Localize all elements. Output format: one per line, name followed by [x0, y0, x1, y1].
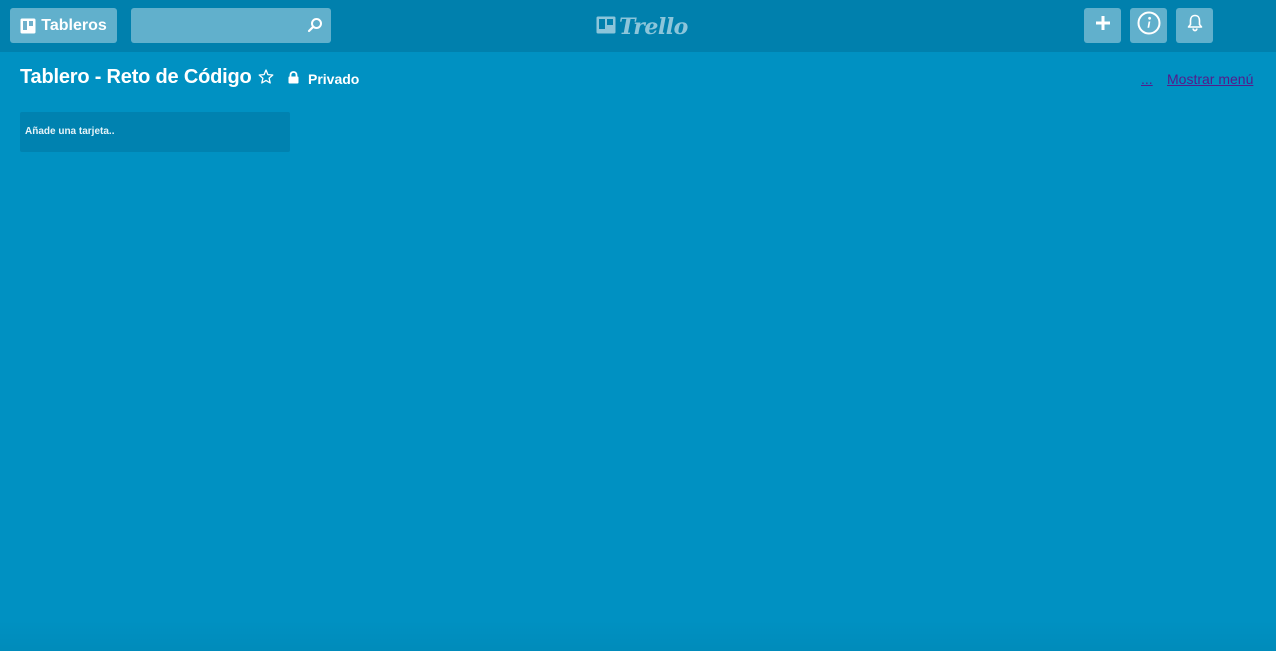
more-options-link[interactable]: ... [1141, 71, 1153, 87]
add-card-composer[interactable]: Añade una tarjeta.. [20, 112, 290, 152]
add-card-placeholder: Añade una tarjeta.. [25, 126, 115, 137]
boards-button[interactable]: Tableros [10, 8, 117, 43]
plus-icon [1095, 16, 1110, 35]
lock-icon [288, 71, 299, 84]
search-field[interactable] [131, 8, 331, 43]
top-navigation-bar: Tableros Trello [0, 0, 1276, 52]
info-button[interactable] [1130, 8, 1167, 43]
show-menu-link[interactable]: Mostrar menú [1167, 71, 1253, 87]
board-title[interactable]: Tablero - Reto de Código [20, 66, 252, 89]
board-icon [20, 18, 36, 34]
boards-button-label: Tableros [41, 16, 107, 34]
add-button[interactable] [1084, 8, 1121, 43]
trello-logo-text: Trello [619, 14, 688, 40]
notifications-button[interactable] [1176, 8, 1213, 43]
trello-logo[interactable]: Trello [596, 13, 688, 41]
bell-icon [1187, 14, 1203, 37]
bottom-shade [0, 620, 1276, 651]
search-icon[interactable] [307, 17, 323, 33]
info-icon [1137, 11, 1161, 40]
search-input[interactable] [131, 8, 331, 43]
star-icon[interactable] [258, 69, 274, 85]
privacy-label[interactable]: Privado [308, 71, 359, 87]
trello-logo-icon [596, 16, 616, 39]
board-header: Tablero - Reto de Código Privado ... Mos… [0, 52, 1276, 104]
